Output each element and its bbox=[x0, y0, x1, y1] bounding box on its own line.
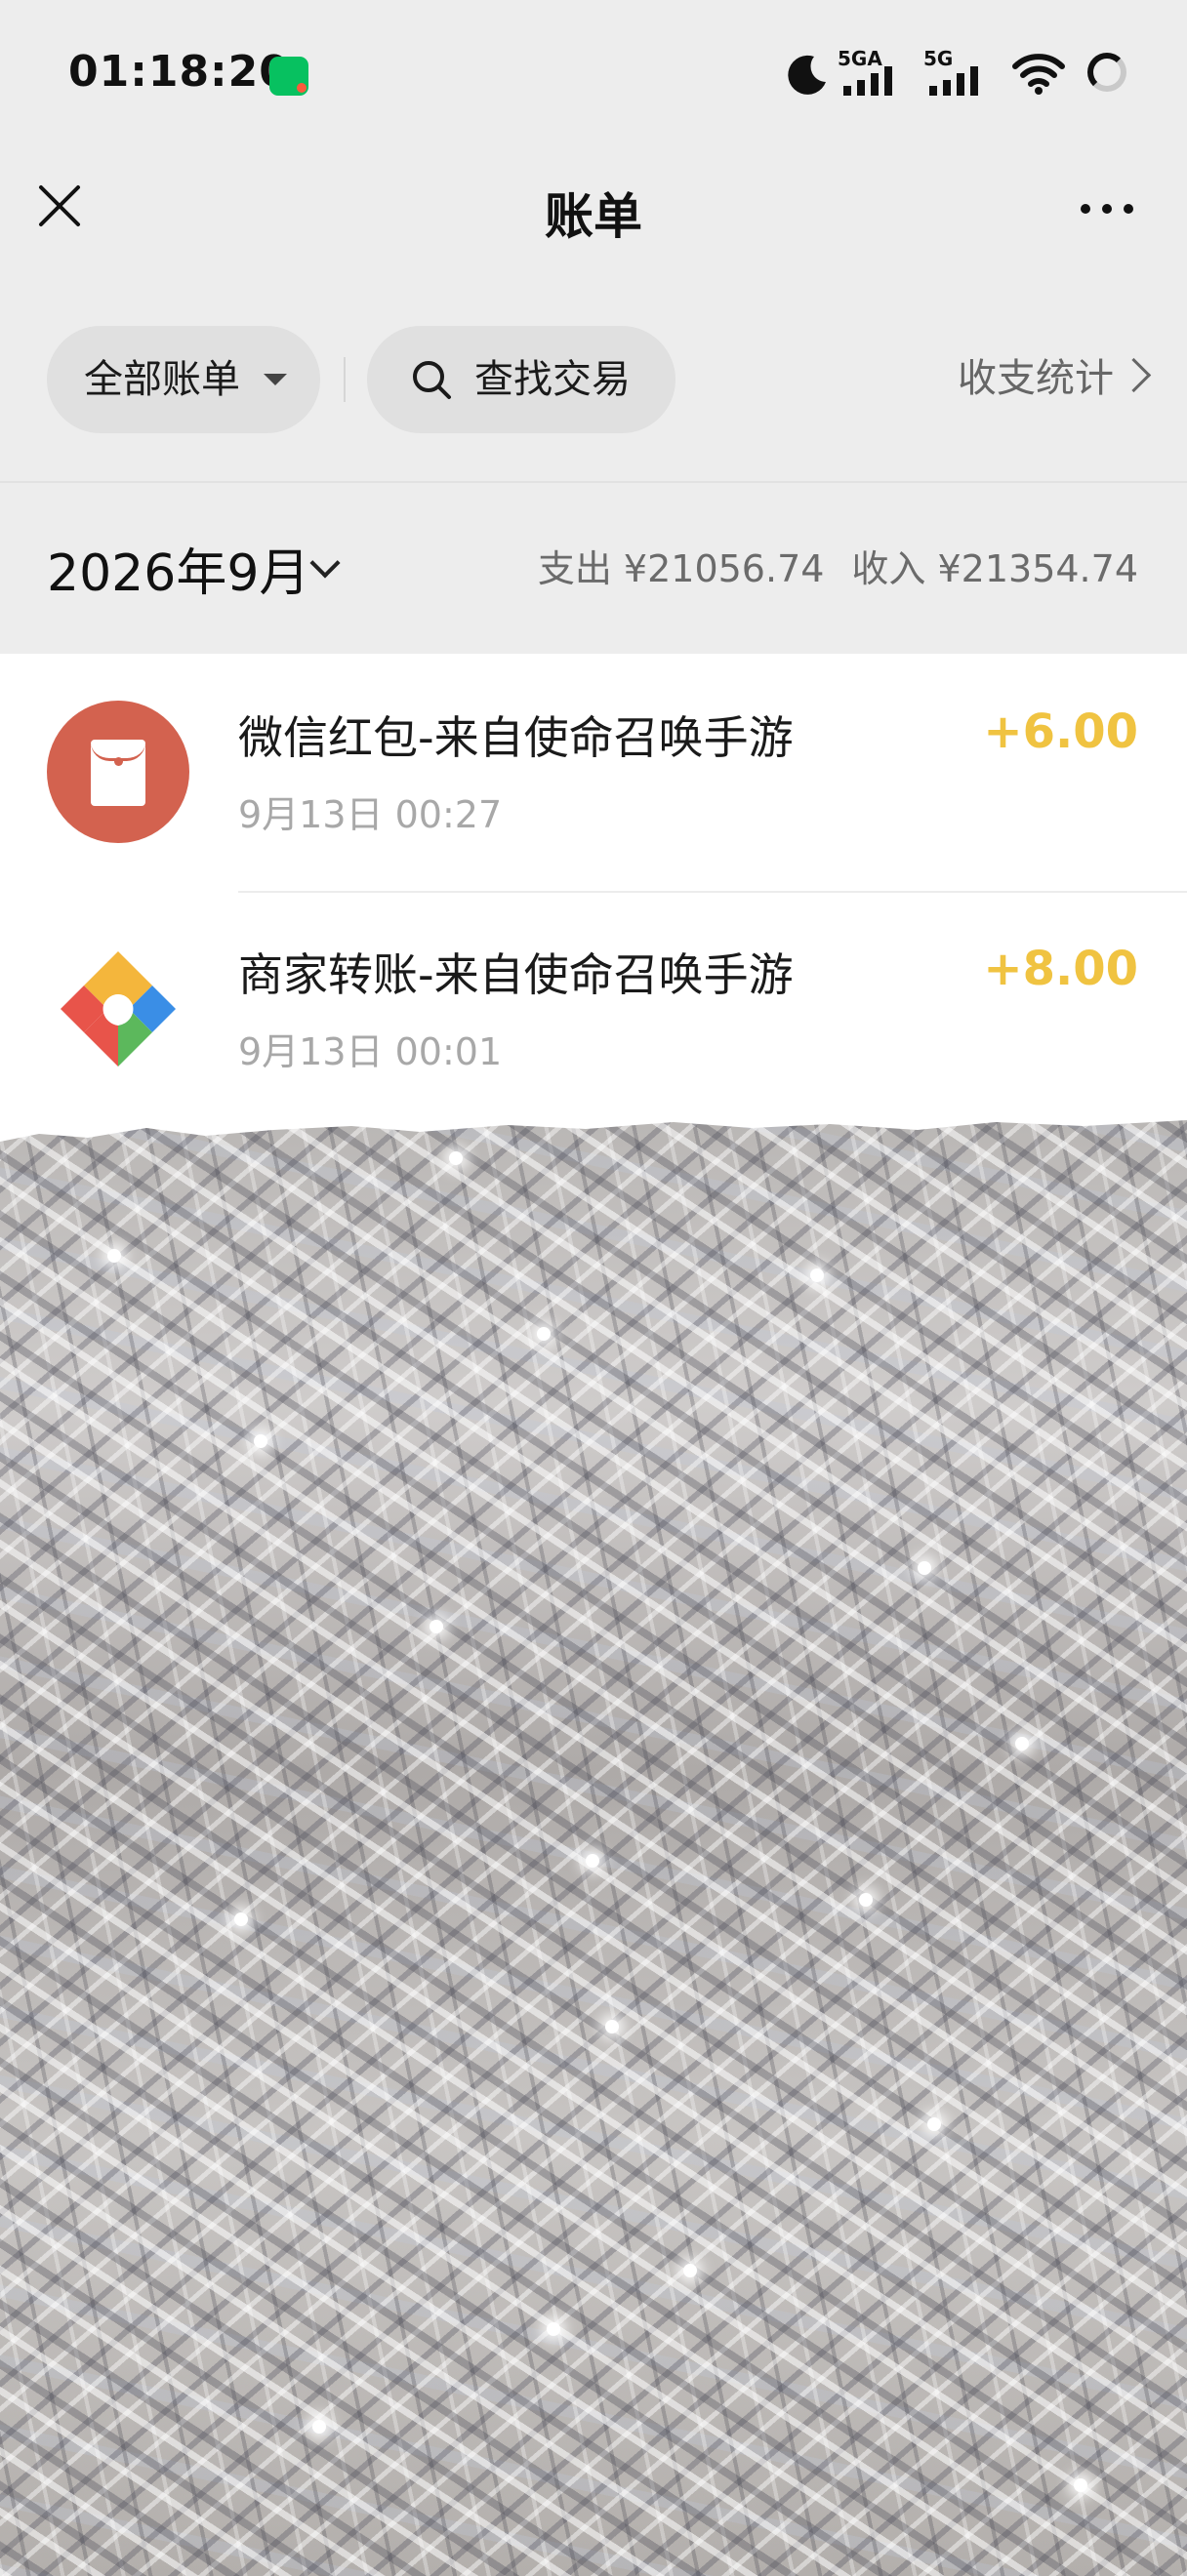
more-options-icon[interactable] bbox=[1078, 191, 1136, 226]
foil-photo-overlay bbox=[0, 1112, 1187, 2576]
income-total: 收入 ¥21354.74 bbox=[851, 547, 1138, 590]
transaction-date: 9月13日 00:01 bbox=[238, 1030, 503, 1073]
status-time: 01:18:20 bbox=[68, 47, 290, 97]
income-expense-stats-link[interactable]: 收支统计 bbox=[958, 349, 1152, 408]
all-bills-label: 全部账单 bbox=[84, 357, 240, 402]
status-icons: 5GA 5G bbox=[787, 47, 1148, 105]
header-divider bbox=[0, 481, 1187, 483]
transaction-amount: +8.00 bbox=[983, 942, 1138, 996]
expense-total: 支出 ¥21056.74 bbox=[537, 547, 825, 590]
caret-down-icon bbox=[264, 374, 287, 385]
transaction-date: 9月13日 00:27 bbox=[238, 793, 503, 836]
merchant-transfer-icon bbox=[61, 951, 176, 1067]
cellular-signal-icon: 5GA bbox=[838, 47, 906, 101]
transaction-list: 微信红包-来自使命召唤手游 9月13日 00:27 +6.00 商家转账-来自使… bbox=[0, 654, 1187, 1142]
search-icon bbox=[413, 361, 451, 399]
search-label: 查找交易 bbox=[474, 357, 631, 402]
chevron-down-icon[interactable] bbox=[309, 547, 341, 579]
red-packet-icon bbox=[47, 701, 189, 843]
transaction-name: 商家转账-来自使命召唤手游 bbox=[238, 948, 794, 1001]
stats-label: 收支统计 bbox=[958, 356, 1114, 401]
monthly-summary: 支出 ¥21056.74 收入 ¥21354.74 bbox=[528, 539, 1138, 592]
wechat-notification-icon bbox=[269, 57, 308, 96]
status-bar: 01:18:20 5GA 5G bbox=[0, 0, 1187, 146]
search-transactions-button[interactable]: 查找交易 bbox=[367, 326, 675, 433]
all-bills-dropdown[interactable]: 全部账单 bbox=[47, 326, 320, 433]
battery-charging-icon bbox=[1087, 53, 1126, 92]
page-title: 账单 bbox=[545, 188, 642, 245]
chevron-right-icon bbox=[1116, 357, 1152, 393]
wifi-icon bbox=[1012, 54, 1065, 95]
cellular-signal-icon-2: 5G bbox=[923, 47, 992, 101]
transaction-amount: +6.00 bbox=[983, 704, 1138, 759]
filter-divider bbox=[344, 357, 346, 402]
transaction-name: 微信红包-来自使命召唤手游 bbox=[238, 711, 794, 764]
transaction-row[interactable]: 微信红包-来自使命召唤手游 9月13日 00:27 +6.00 bbox=[0, 654, 1187, 891]
moon-icon bbox=[788, 55, 826, 95]
transaction-row[interactable]: 商家转账-来自使命召唤手游 9月13日 00:01 +8.00 bbox=[0, 891, 1187, 1128]
month-selector[interactable]: 2026年9月 bbox=[47, 532, 309, 605]
